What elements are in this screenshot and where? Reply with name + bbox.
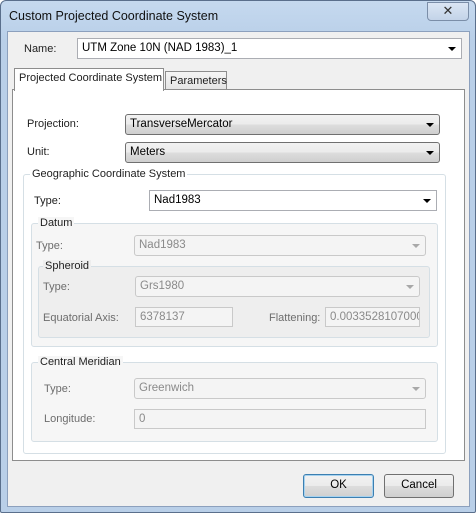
tab-projected-coordinate-system[interactable]: Projected Coordinate System: [14, 68, 164, 91]
chevron-down-icon: [426, 151, 434, 155]
tab-label: Projected Coordinate System: [19, 72, 163, 84]
longitude-field[interactable]: 0: [134, 409, 426, 429]
spheroid-type-label: Type:: [43, 281, 70, 293]
flattening-label: Flattening:: [269, 312, 321, 324]
spheroid-type-value: Grs1980: [140, 280, 185, 292]
chevron-down-icon: [412, 244, 420, 248]
unit-value: Meters: [130, 146, 166, 158]
spheroid-type-select[interactable]: Grs1980: [135, 276, 420, 297]
projection-select[interactable]: TransverseMercator: [125, 114, 440, 135]
gcs-type-combobox[interactable]: Nad1983: [149, 190, 437, 211]
spheroid-group: Spheroid Type: Grs1980 Equatorial Axis: …: [38, 260, 430, 338]
tab-label: Parameters: [170, 75, 227, 87]
longitude-label: Longitude:: [44, 413, 96, 425]
chevron-down-icon: [426, 123, 434, 127]
dialog-client-area: Name: UTM Zone 10N (NAD 1983)_1 Projecte…: [7, 31, 470, 507]
spheroid-group-title: Spheroid: [43, 260, 92, 272]
meridian-type-label: Type:: [44, 383, 71, 395]
unit-select[interactable]: Meters: [125, 142, 440, 163]
close-button[interactable]: ✕: [427, 2, 469, 21]
central-meridian-group: Central Meridian Type: Greenwich Longitu…: [31, 356, 438, 442]
ok-button[interactable]: OK: [303, 474, 374, 498]
unit-label: Unit:: [27, 146, 50, 158]
central-meridian-group-title: Central Meridian: [38, 356, 123, 368]
gcs-type-label: Type:: [34, 195, 61, 207]
equatorial-axis-label: Equatorial Axis:: [43, 312, 119, 324]
meridian-type-value: Greenwich: [139, 382, 194, 394]
gcs-group-title: Geographic Coordinate System: [30, 168, 188, 180]
chevron-down-icon[interactable]: [423, 199, 431, 203]
dialog-window: Custom Projected Coordinate System ✕ Nam…: [0, 0, 476, 513]
name-label: Name:: [24, 43, 57, 55]
tab-parameters[interactable]: Parameters: [165, 71, 227, 91]
gcs-type-value: Nad1983: [154, 194, 201, 206]
flattening-value: 0.0033528107000: [330, 311, 420, 323]
close-icon: ✕: [442, 4, 454, 19]
datum-type-value: Nad1983: [139, 239, 186, 251]
gcs-group: Geographic Coordinate System Type: Nad19…: [23, 168, 446, 454]
name-value: UTM Zone 10N (NAD 1983)_1: [82, 42, 238, 54]
window-title: Custom Projected Coordinate System: [9, 9, 219, 23]
equatorial-axis-field[interactable]: 6378137: [135, 307, 233, 327]
flattening-field[interactable]: 0.0033528107000: [325, 307, 420, 327]
projection-value: TransverseMercator: [130, 118, 233, 130]
meridian-type-select[interactable]: Greenwich: [134, 378, 426, 399]
chevron-down-icon: [406, 285, 414, 289]
equatorial-axis-value: 6378137: [140, 311, 185, 323]
datum-type-label: Type:: [36, 240, 63, 252]
ok-button-label: OK: [330, 479, 347, 491]
datum-group: Datum Type: Nad1983 Spheroid Type: Grs19…: [31, 217, 438, 347]
chevron-down-icon: [412, 387, 420, 391]
tab-page-projected: Projection: TransverseMercator Unit: Met…: [12, 89, 465, 461]
chevron-down-icon[interactable]: [448, 47, 456, 51]
datum-group-title: Datum: [38, 217, 75, 229]
cancel-button[interactable]: Cancel: [384, 474, 454, 498]
title-bar[interactable]: Custom Projected Coordinate System ✕: [1, 1, 475, 31]
longitude-value: 0: [139, 413, 146, 425]
datum-type-select[interactable]: Nad1983: [134, 235, 426, 256]
name-combobox[interactable]: UTM Zone 10N (NAD 1983)_1: [77, 38, 462, 59]
cancel-button-label: Cancel: [401, 479, 437, 491]
projection-label: Projection:: [27, 118, 79, 130]
